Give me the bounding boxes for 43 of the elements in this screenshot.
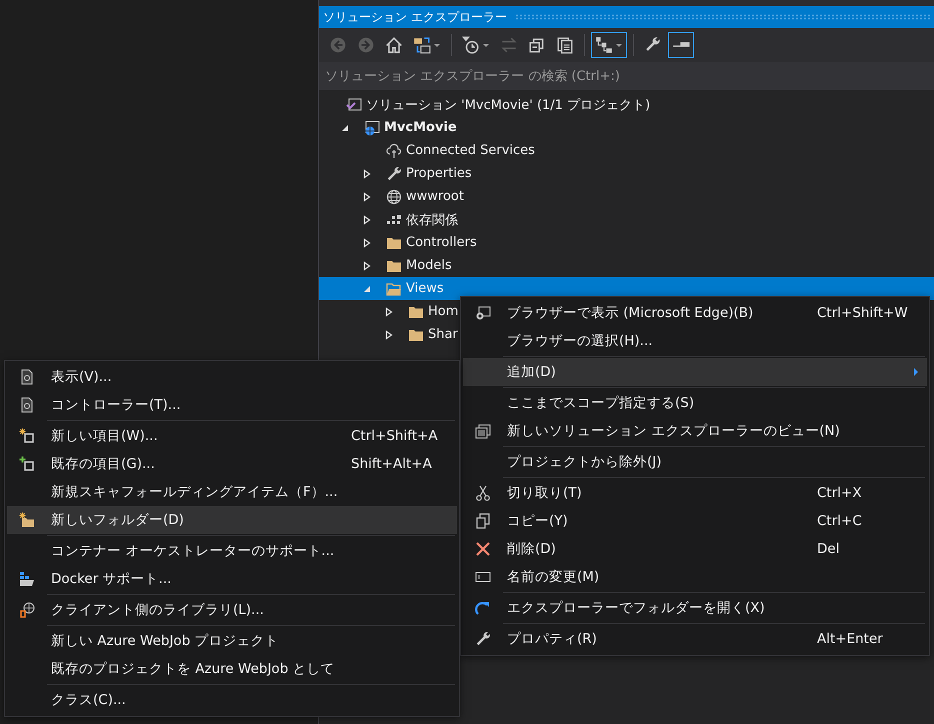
menu-item-label: 追加(D) — [506, 363, 556, 381]
menu-item-label: Docker サポート... — [50, 570, 172, 588]
menu-item-label: コピー(Y) — [506, 512, 568, 530]
menu-item-label: プロジェクトから除外(J) — [506, 453, 662, 471]
shortcut-label: Shift+Alt+A — [351, 456, 432, 472]
tree-item-label: Controllers — [406, 235, 477, 250]
menu-item-label: 表示(V)... — [50, 368, 112, 386]
shortcut-label: Ctrl+X — [817, 485, 862, 501]
tree-item-label: Properties — [406, 166, 472, 181]
menu-item-label: 既存の項目(G)... — [50, 455, 155, 473]
tree-item-label: wwwroot — [406, 189, 464, 204]
menu-item-label: ここまでスコープ指定する(S) — [506, 394, 694, 412]
menu-item-label: 切り取り(T) — [506, 484, 582, 502]
tree-item-label: 依存関係 — [406, 212, 458, 228]
menu-item-label: ブラウザーの選択(H)... — [506, 332, 653, 350]
menu-item-label: 新規スキャフォールディングアイテム（F）... — [50, 483, 338, 501]
tree-item-label: Models — [406, 258, 452, 273]
shortcut-label: Del — [817, 541, 840, 557]
menu-item-label: エクスプローラーでフォルダーを開く(X) — [506, 599, 765, 617]
menu-item-label: コントローラー(T)... — [50, 396, 181, 414]
tree-item-label: Views — [406, 281, 444, 296]
menu-item-label: 既存のプロジェクトを Azure WebJob として — [50, 660, 335, 678]
menu-item-label: 新しいソリューション エクスプローラーのビュー(N) — [506, 422, 840, 440]
menu-item-label: クライアント側のライブラリ(L)... — [50, 601, 264, 619]
tree-item-label: MvcMovie — [384, 120, 457, 135]
menu-item-label: プロパティ(R) — [506, 630, 597, 648]
shortcut-label: Ctrl+Shift+W — [817, 305, 908, 321]
menu-item-label: 新しい項目(W)... — [50, 427, 158, 445]
menu-item-label: 新しいフォルダー(D) — [50, 511, 184, 529]
panel-title: ソリューション エクスプローラー — [323, 8, 507, 26]
menu-item-label: 新しい Azure WebJob プロジェクト — [50, 632, 279, 650]
menu-item-label: クラス(C)... — [50, 691, 126, 709]
tree-item-label: Connected Services — [406, 143, 535, 158]
tree-item-label: Shar — [428, 327, 458, 342]
menu-item-label: ブラウザーで表示 (Microsoft Edge)(B) — [506, 304, 754, 322]
shortcut-label: Ctrl+C — [817, 513, 862, 529]
menu-item-label: 削除(D) — [506, 540, 556, 558]
tree-item-label: ソリューション 'MvcMovie' (1/1 プロジェクト) — [366, 96, 650, 114]
shortcut-label: Alt+Enter — [817, 631, 883, 647]
tree-item-label: Hom — [428, 304, 458, 319]
menu-item-label: 名前の変更(M) — [506, 568, 600, 586]
shortcut-label: Ctrl+Shift+A — [351, 428, 438, 444]
menu-item-label: コンテナー オーケストレーターのサポート... — [50, 542, 334, 560]
